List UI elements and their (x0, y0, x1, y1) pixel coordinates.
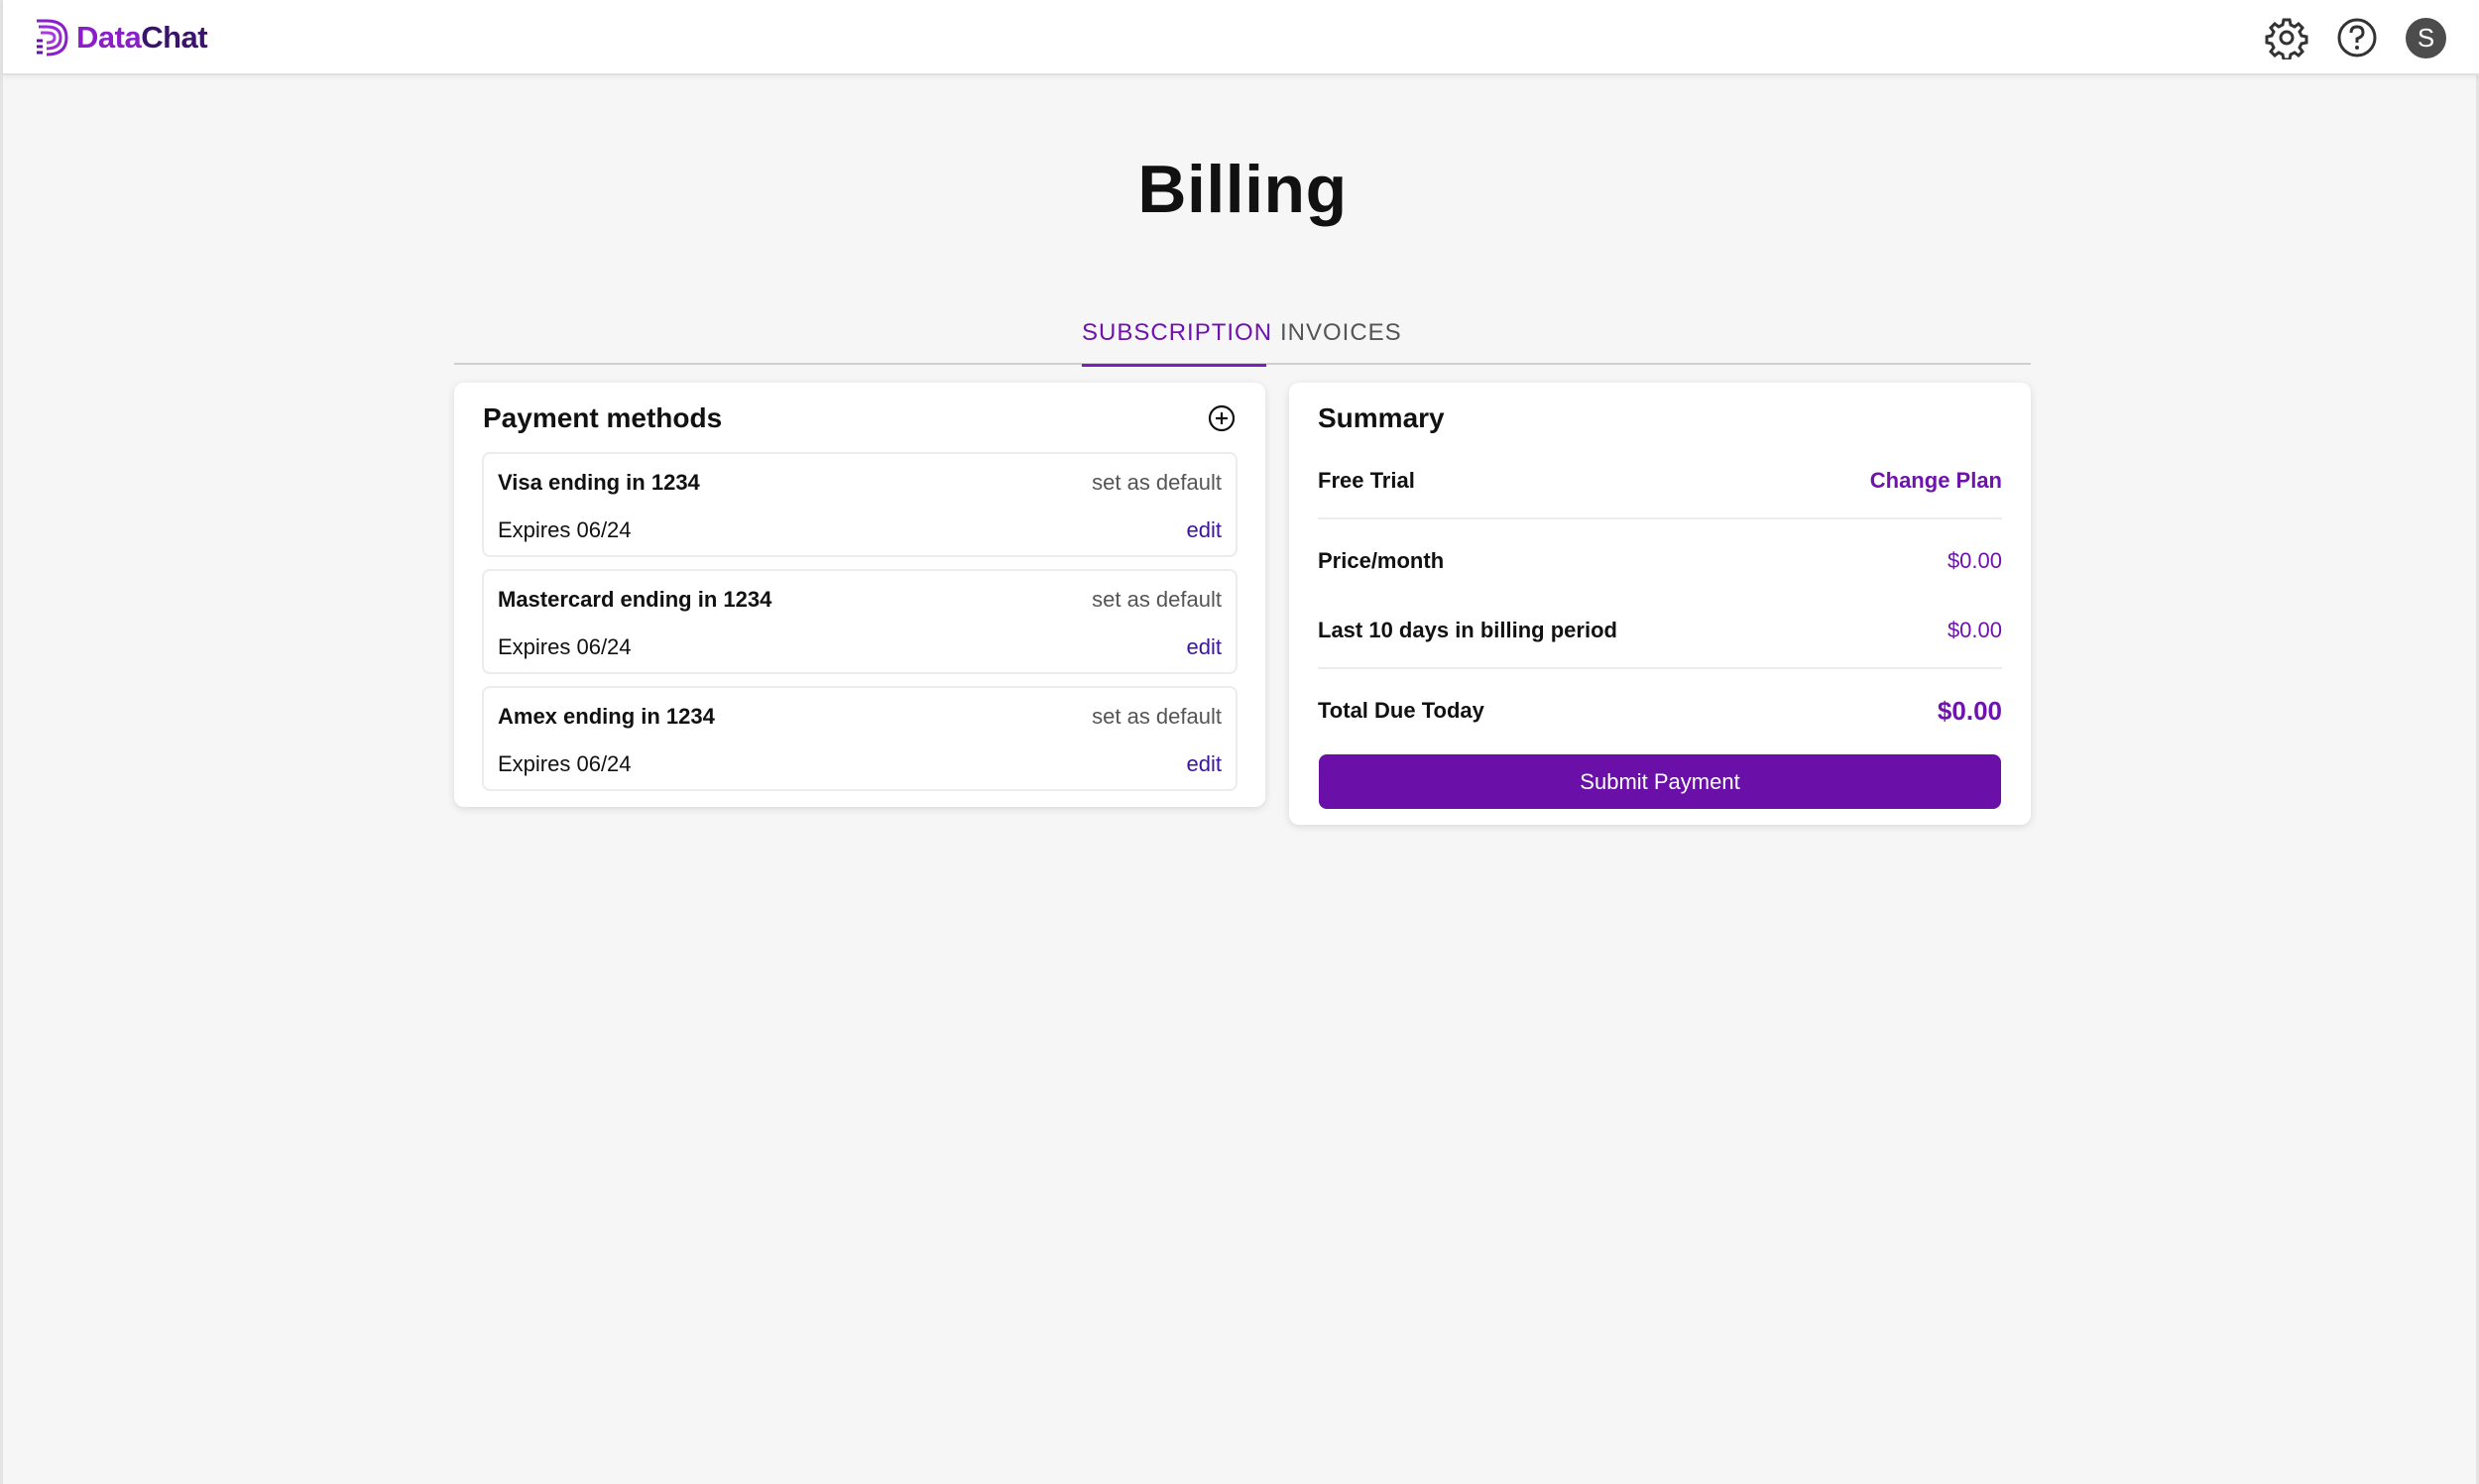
summary-card: Summary Free Trial Change Plan Price/mon… (1289, 383, 2031, 825)
payment-method-name: Mastercard ending in 1234 (498, 587, 772, 612)
plan-row: Free Trial Change Plan (1318, 468, 2002, 508)
change-plan-link[interactable]: Change Plan (1870, 468, 2002, 494)
divider (1318, 517, 2002, 519)
submit-payment-button[interactable]: Submit Payment (1319, 754, 2001, 809)
edit-link[interactable]: edit (1187, 634, 1222, 660)
payment-method-name: Visa ending in 1234 (498, 470, 700, 495)
payment-method-item: Amex ending in 1234 set as default Expir… (482, 686, 1238, 791)
tab-invoices[interactable]: INVOICES (1280, 313, 1401, 365)
price-row: Price/month $0.00 (1318, 548, 2002, 588)
billing-tabs: SUBSCRIPTION INVOICES (454, 313, 2031, 367)
page-title: Billing (1137, 152, 1348, 227)
add-payment-method-icon[interactable] (1206, 402, 1238, 434)
payment-methods-title: Payment methods (483, 402, 723, 433)
gear-icon[interactable] (2265, 16, 2308, 59)
payment-method-item: Visa ending in 1234 set as default Expir… (482, 452, 1238, 557)
edit-link[interactable]: edit (1187, 751, 1222, 777)
price-value: $0.00 (1947, 548, 2002, 573)
payment-method-expiry: Expires 06/24 (498, 634, 632, 659)
plan-name: Free Trial (1318, 468, 1415, 493)
set-default-link[interactable]: set as default (1092, 704, 1222, 730)
payment-method-expiry: Expires 06/24 (498, 517, 632, 542)
logo-text-data: Data (76, 20, 142, 55)
edit-link[interactable]: edit (1187, 517, 1222, 543)
price-label: Price/month (1318, 548, 1445, 573)
datachat-logo[interactable]: DataChat (33, 14, 208, 61)
help-icon[interactable] (2335, 16, 2379, 59)
logo-text: DataChat (76, 20, 208, 56)
logo-text-chat: Chat (141, 20, 208, 55)
divider (1318, 667, 2002, 669)
payment-method-item: Mastercard ending in 1234 set as default… (482, 569, 1238, 674)
total-value: $0.00 (1937, 696, 2002, 726)
billing-period-label: Last 10 days in billing period (1318, 618, 1617, 642)
billing-period-row: Last 10 days in billing period $0.00 (1318, 618, 2002, 657)
tab-subscription[interactable]: SUBSCRIPTION (1082, 313, 1271, 367)
total-row: Total Due Today $0.00 (1318, 696, 2002, 738)
app-frame: DataChat S Billing SUBSCRIPTION INVOICES… (0, 0, 2479, 1484)
set-default-link[interactable]: set as default (1092, 470, 1222, 496)
payment-methods-card: Payment methods Visa ending in 1234 set … (454, 383, 1265, 807)
set-default-link[interactable]: set as default (1092, 587, 1222, 613)
payment-method-name: Amex ending in 1234 (498, 704, 715, 729)
summary-title: Summary (1318, 402, 1445, 433)
total-label: Total Due Today (1318, 698, 1484, 723)
datachat-logo-icon (37, 19, 68, 57)
top-bar: DataChat S (3, 0, 2479, 75)
user-avatar[interactable]: S (2406, 18, 2446, 58)
billing-period-value: $0.00 (1947, 618, 2002, 642)
payment-method-expiry: Expires 06/24 (498, 751, 632, 776)
